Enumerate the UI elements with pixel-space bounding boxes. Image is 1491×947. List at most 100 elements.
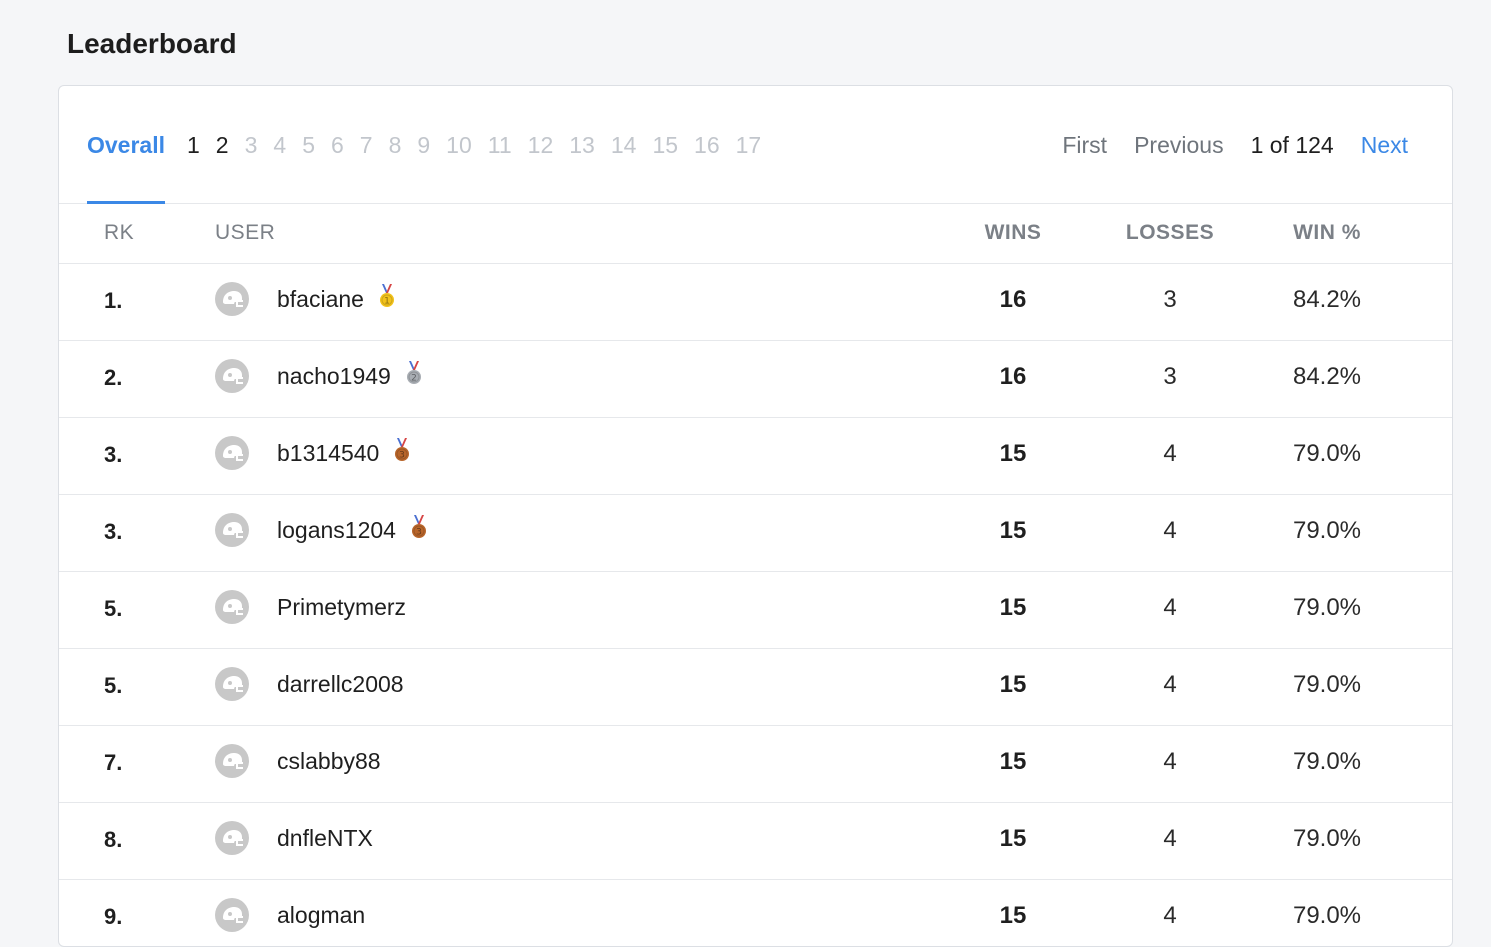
tab-week-1[interactable]: 1 <box>187 86 200 203</box>
losses-cell: 4 <box>1163 517 1177 544</box>
svg-text:2: 2 <box>411 374 417 384</box>
page-status: 1 of 124 <box>1250 132 1334 158</box>
helmet-avatar-icon <box>215 821 249 855</box>
table-row: 3. b1314540 3 15 4 79.0% <box>59 418 1452 495</box>
table-row: 5. Primetymerz 15 4 79.0% <box>59 572 1452 649</box>
username[interactable]: Primetymerz <box>277 594 406 621</box>
username[interactable]: alogman <box>277 902 365 929</box>
rank-cell: 3. <box>104 519 123 544</box>
username[interactable]: cslabby88 <box>277 748 381 775</box>
rank-cell: 9. <box>104 904 123 929</box>
rank-cell: 3. <box>104 442 123 467</box>
svg-text:3: 3 <box>399 451 405 461</box>
svg-text:3: 3 <box>416 528 422 538</box>
tab-week-5: 5 <box>302 132 315 158</box>
tab-overall[interactable]: Overall <box>87 86 165 204</box>
leaderboard-card: Overall 1 2 3 4 5 6 7 8 9 10 11 12 13 14 15 16 17 First P… <box>58 85 1453 947</box>
helmet-avatar-icon <box>215 667 249 701</box>
user-cell[interactable]: darrellc2008 <box>215 667 404 701</box>
tab-week-9: 9 <box>417 132 431 158</box>
wins-cell: 16 <box>999 286 1027 313</box>
table-row: 2. nacho1949 2 16 3 84.2% <box>59 341 1452 418</box>
win-pct-cell: 79.0% <box>1292 748 1362 775</box>
week-tabs: Overall 1 2 3 4 5 6 7 8 9 10 11 12 13 14 15 16 17 <box>87 86 777 204</box>
tab-week-15: 15 <box>652 132 679 158</box>
pagination: First Previous 1 of 124 Next <box>1035 132 1408 159</box>
table-row: 5. darrellc2008 15 4 79.0% <box>59 649 1452 726</box>
tab-week-14: 14 <box>610 132 637 158</box>
column-header-rank[interactable]: RK <box>104 221 134 245</box>
losses-cell: 4 <box>1163 594 1177 621</box>
user-cell[interactable]: alogman <box>215 898 365 932</box>
losses-cell: 3 <box>1163 286 1177 313</box>
helmet-avatar-icon <box>215 513 249 547</box>
column-header-user[interactable]: USER <box>215 221 275 245</box>
table-row: 9. alogman 15 4 79.0% <box>59 880 1452 946</box>
table-row: 7. cslabby88 15 4 79.0% <box>59 726 1452 803</box>
user-cell[interactable]: nacho1949 2 <box>215 359 423 393</box>
rank-cell: 8. <box>104 827 123 852</box>
tab-week-10: 10 <box>446 132 472 158</box>
column-header-wins[interactable]: WINS <box>983 221 1043 245</box>
rank-cell: 2. <box>104 365 123 390</box>
table-row: 3. logans1204 3 15 4 79.0% <box>59 495 1452 572</box>
wins-cell: 15 <box>999 517 1027 544</box>
user-cell[interactable]: cslabby88 <box>215 744 381 778</box>
svg-text:1: 1 <box>384 297 390 307</box>
user-cell[interactable]: b1314540 3 <box>215 436 411 470</box>
tab-week-6: 6 <box>330 132 344 158</box>
first-page-button[interactable]: First <box>1062 132 1107 159</box>
rank-cell: 5. <box>104 673 123 698</box>
losses-cell: 4 <box>1163 902 1177 929</box>
bronze-medal-icon: 3 <box>393 438 411 464</box>
tab-week-2[interactable]: 2 <box>216 86 229 203</box>
gold-medal-icon: 1 <box>378 284 396 310</box>
wins-cell: 15 <box>999 594 1027 621</box>
helmet-avatar-icon <box>215 282 249 316</box>
wins-cell: 15 <box>999 825 1027 852</box>
win-pct-cell: 79.0% <box>1292 671 1362 698</box>
column-header-losses[interactable]: LOSSES <box>1125 221 1215 245</box>
tab-week-3: 3 <box>244 132 258 158</box>
user-cell[interactable]: Primetymerz <box>215 590 406 624</box>
username[interactable]: dnfleNTX <box>277 825 373 852</box>
user-cell[interactable]: dnfleNTX <box>215 821 373 855</box>
silver-medal-icon: 2 <box>405 361 423 387</box>
column-header-win-pct[interactable]: WIN % <box>1282 221 1372 245</box>
table-row: 1. bfaciane 1 16 3 84.2% <box>59 264 1452 341</box>
previous-page-button[interactable]: Previous <box>1134 132 1223 159</box>
wins-cell: 15 <box>999 440 1027 467</box>
win-pct-cell: 79.0% <box>1292 594 1362 621</box>
week-tab-bar: Overall 1 2 3 4 5 6 7 8 9 10 11 12 13 14 15 16 17 First P… <box>59 86 1452 204</box>
tab-week-12: 12 <box>527 132 554 158</box>
user-cell[interactable]: logans1204 3 <box>215 513 428 547</box>
rank-cell: 7. <box>104 750 123 775</box>
win-pct-cell: 79.0% <box>1292 517 1362 544</box>
wins-cell: 16 <box>999 363 1027 390</box>
next-page-button[interactable]: Next <box>1361 132 1408 159</box>
tab-week-17: 17 <box>735 132 762 158</box>
win-pct-cell: 84.2% <box>1292 363 1362 390</box>
tab-week-16: 16 <box>694 132 720 158</box>
bronze-medal-icon: 3 <box>410 515 428 541</box>
username[interactable]: logans1204 <box>277 517 396 544</box>
wins-cell: 15 <box>999 671 1027 698</box>
tab-week-13: 13 <box>569 132 595 158</box>
tab-week-11: 11 <box>487 132 512 158</box>
losses-cell: 4 <box>1163 825 1177 852</box>
tab-week-8: 8 <box>388 132 402 158</box>
username[interactable]: nacho1949 <box>277 363 391 390</box>
username[interactable]: b1314540 <box>277 440 379 467</box>
table-row: 8. dnfleNTX 15 4 79.0% <box>59 803 1452 880</box>
win-pct-cell: 79.0% <box>1292 440 1362 467</box>
rank-cell: 1. <box>104 288 123 313</box>
losses-cell: 4 <box>1163 671 1177 698</box>
helmet-avatar-icon <box>215 898 249 932</box>
helmet-avatar-icon <box>215 590 249 624</box>
wins-cell: 15 <box>999 748 1027 775</box>
table-header: RK USER WINS LOSSES WIN % <box>59 204 1452 264</box>
username[interactable]: bfaciane <box>277 286 364 313</box>
user-cell[interactable]: bfaciane 1 <box>215 282 396 316</box>
username[interactable]: darrellc2008 <box>277 671 404 698</box>
table-body: 1. bfaciane 1 16 3 84.2% 2. nacho1949 2 16 3 84.2% 3… <box>59 264 1452 946</box>
